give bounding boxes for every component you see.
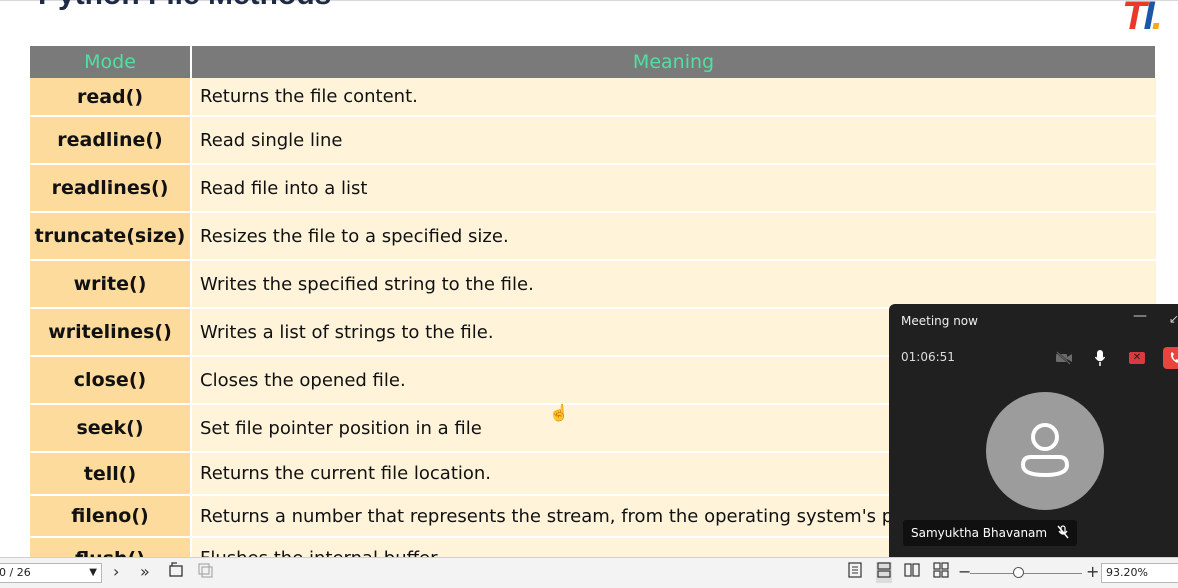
rotate-icon[interactable]	[167, 562, 185, 583]
mode-cell: seek()	[30, 404, 192, 453]
two-page-continuous-icon[interactable]	[933, 562, 949, 583]
single-page-view-icon[interactable]	[847, 562, 863, 583]
person-icon	[1020, 423, 1070, 478]
meeting-title: Meeting now	[901, 314, 978, 328]
expand-button[interactable]: ↙	[1169, 312, 1178, 326]
copy-icon[interactable]	[197, 562, 215, 583]
mode-cell: write()	[30, 260, 192, 309]
mode-cell: writelines()	[30, 308, 192, 357]
zoom-level-field[interactable]: 93.20%	[1101, 563, 1178, 583]
pan-hand-cursor-icon: ☝	[549, 405, 569, 422]
meaning-cell: Resizes the file to a specified size.	[191, 212, 1156, 261]
mic-icon[interactable]	[1091, 348, 1109, 368]
table-row: readline() Read single line	[30, 116, 1156, 165]
meaning-cell: Read single line	[191, 116, 1156, 165]
page-indicator-field[interactable]: 0 / 26 ▼	[0, 563, 102, 583]
mode-cell: close()	[30, 356, 192, 405]
slide-title: Python File Methods	[38, 0, 331, 12]
brand-logo: TI.	[1122, 0, 1163, 38]
mode-cell: readline()	[30, 116, 192, 165]
meeting-timer: 01:06:51	[901, 350, 955, 364]
zoom-level: 93.20%	[1106, 566, 1148, 579]
meeting-window[interactable]: Meeting now — ↙ 01:06:51 ✕ Samyuktha Bha…	[889, 304, 1178, 557]
table-header-row: Mode Meaning	[30, 46, 1157, 78]
mode-cell: read()	[30, 78, 192, 117]
minimize-button[interactable]: —	[1133, 308, 1147, 324]
participant-name-tag: Samyuktha Bhavanam	[903, 520, 1078, 546]
participant-name: Samyuktha Bhavanam	[911, 526, 1048, 540]
mode-cell: readlines()	[30, 164, 192, 213]
share-stop-icon[interactable]: ✕	[1126, 348, 1148, 368]
table-row: truncate(size) Resizes the file to a spe…	[30, 212, 1156, 261]
continuous-view-icon[interactable]	[876, 562, 892, 583]
last-page-icon[interactable]: »	[140, 562, 150, 582]
column-header-meaning: Meaning	[191, 46, 1157, 78]
mic-muted-icon	[1057, 524, 1069, 542]
mode-cell: flush()	[30, 537, 192, 557]
viewer-toolbar: 0 / 26 ▼ › » − + 93.20%	[0, 557, 1178, 588]
meaning-cell: Returns the file content.	[191, 78, 1156, 117]
mode-cell: fileno()	[30, 495, 192, 538]
table-row: read() Returns the file content.	[30, 78, 1156, 117]
table-row: readlines() Read file into a list	[30, 164, 1156, 213]
mode-cell: tell()	[30, 452, 192, 496]
zoom-slider-track[interactable]	[970, 573, 1082, 574]
zoom-slider-thumb[interactable]	[1012, 567, 1024, 578]
zoom-in-icon[interactable]: +	[1086, 562, 1099, 582]
hang-up-icon[interactable]	[1163, 347, 1178, 369]
chevron-down-icon[interactable]: ▼	[89, 564, 97, 582]
camera-off-icon[interactable]	[1053, 348, 1075, 368]
table-row: write() Writes the specified string to t…	[30, 260, 1156, 309]
column-header-mode: Mode	[30, 46, 192, 78]
meaning-cell: Read file into a list	[191, 164, 1156, 213]
avatar	[986, 392, 1104, 510]
zoom-out-icon[interactable]: −	[958, 562, 971, 582]
mode-cell: truncate(size)	[30, 212, 192, 261]
slide-canvas: Python File Methods TI. Mode Meaning rea…	[0, 0, 1178, 557]
next-page-icon[interactable]: ›	[113, 562, 119, 582]
two-page-view-icon[interactable]	[904, 562, 920, 583]
meaning-cell: Writes the specified string to the file.	[191, 260, 1156, 309]
page-indicator: 0 / 26	[0, 566, 31, 579]
